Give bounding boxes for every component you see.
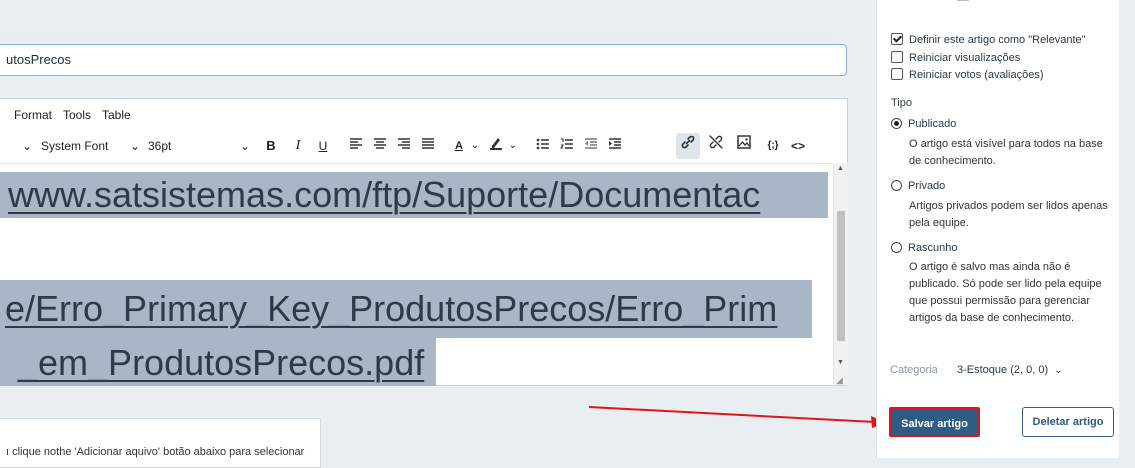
radio-icon[interactable] (891, 180, 902, 191)
radio-publicado[interactable]: Publicado (891, 118, 956, 130)
title-input-value: utosPrecos (6, 52, 72, 67)
checkbox-checked-icon[interactable] (891, 33, 903, 45)
align-center-icon[interactable] (370, 133, 390, 159)
checkbox-icon[interactable] (891, 51, 903, 63)
attachment-instruction: ı clique nothe 'Adicionar aquivo' botão … (6, 446, 305, 458)
editor-scrollbar[interactable]: ▲ ▼ (833, 163, 848, 385)
chevron-down-icon[interactable]: ⌄ (20, 133, 34, 159)
type-description: O artigo é salvo mas ainda não é publica… (909, 261, 1102, 324)
checkbox-label: Reiniciar votos (avaliações) (909, 69, 1044, 81)
type-description: Artigos privados podem ser lidos apenas … (909, 200, 1108, 229)
editor-content[interactable]: www.satsistemas.com/ftp/Suporte/Document… (0, 163, 833, 386)
outdent-icon[interactable] (581, 133, 601, 159)
delete-article-button[interactable]: Deletar artigo (1022, 407, 1114, 437)
attachment-section: ı clique nothe 'Adicionar aquivo' botão … (0, 418, 321, 468)
category-select[interactable]: 3-Estoque (2, 0, 0) ⌄ (957, 364, 1063, 376)
divider (957, 0, 969, 1)
checkbox-relevant[interactable]: Definir este artigo como "Relevante" (891, 33, 1086, 46)
menu-table[interactable]: Table (102, 108, 131, 122)
chevron-down-icon[interactable]: ⌄ (469, 133, 481, 159)
radio-privado[interactable]: Privado (891, 180, 945, 192)
scroll-down-icon[interactable]: ▼ (837, 359, 844, 366)
bullet-list-icon[interactable] (533, 133, 553, 159)
chevron-down-icon[interactable]: ⌄ (1054, 365, 1062, 376)
save-article-button[interactable]: Salvar artigo (889, 407, 980, 437)
checkbox-reset-views[interactable]: Reiniciar visualizações (891, 51, 1020, 64)
resize-handle-icon[interactable]: ◢ (836, 375, 843, 386)
checkbox-icon[interactable] (891, 68, 903, 80)
radio-label: Publicado (908, 118, 957, 130)
menu-format[interactable]: Format (14, 108, 52, 122)
editor-toolbar: ⌄ System Font ⌄ 36pt ⌄ B I U A ⌄ ⌄ {;} <… (0, 133, 847, 161)
align-justify-icon[interactable] (418, 133, 438, 159)
title-input[interactable]: utosPrecos (0, 44, 847, 76)
link-icon[interactable] (676, 133, 700, 159)
radio-selected-icon[interactable] (891, 118, 902, 129)
category-label: Categoria (890, 364, 938, 376)
type-heading: Tipo (891, 97, 912, 109)
checkbox-label: Reiniciar visualizações (909, 52, 1021, 64)
radio-label: Rascunho (908, 242, 958, 254)
align-left-icon[interactable] (346, 133, 366, 159)
content-link-line[interactable]: www.satsistemas.com/ftp/Suporte/Document… (8, 174, 760, 216)
scrollbar-thumb[interactable] (837, 211, 845, 341)
checkbox-label: Definir este artigo como "Relevante" (909, 34, 1086, 46)
chevron-down-icon[interactable]: ⌄ (507, 133, 519, 159)
article-options-panel: Definir este artigo como "Relevante" Rei… (876, 0, 1119, 458)
annotation-arrow (588, 406, 887, 428)
font-family-select[interactable]: System Font (41, 133, 108, 159)
checkbox-reset-votes[interactable]: Reiniciar votos (avaliações) (891, 68, 1044, 81)
menu-tools[interactable]: Tools (63, 108, 91, 122)
category-value: 3-Estoque (2, 0, 0) (957, 364, 1049, 376)
radio-label: Privado (908, 180, 946, 192)
rich-text-editor[interactable]: Format Tools Table ⌄ System Font ⌄ 36pt … (0, 98, 848, 386)
unlink-icon[interactable] (705, 133, 727, 159)
content-link-line[interactable]: e/Erro_Primary_Key_ProdutosPrecos/Erro_P… (5, 288, 777, 330)
chevron-down-icon[interactable]: ⌄ (238, 133, 252, 159)
align-right-icon[interactable] (394, 133, 414, 159)
underline-button[interactable]: U (314, 133, 332, 159)
font-size-select[interactable]: 36pt (148, 133, 171, 159)
radio-icon[interactable] (891, 242, 902, 253)
bold-button[interactable]: B (262, 133, 280, 159)
numbered-list-icon[interactable] (557, 133, 577, 159)
content-link-line[interactable]: _em_ProdutosPrecos.pdf (18, 342, 424, 384)
template-button[interactable]: {;} (762, 133, 784, 159)
source-code-button[interactable]: <> (787, 133, 809, 159)
indent-icon[interactable] (605, 133, 625, 159)
chevron-down-icon[interactable]: ⌄ (128, 133, 142, 159)
radio-rascunho[interactable]: Rascunho (891, 242, 958, 254)
italic-button[interactable]: I (289, 133, 307, 159)
highlight-color-icon[interactable] (486, 133, 506, 159)
text-color-button[interactable]: A (450, 133, 468, 159)
type-description: O artigo está visível para todos na base… (909, 138, 1103, 167)
scroll-up-icon[interactable]: ▲ (837, 165, 844, 172)
image-icon[interactable] (733, 133, 755, 159)
